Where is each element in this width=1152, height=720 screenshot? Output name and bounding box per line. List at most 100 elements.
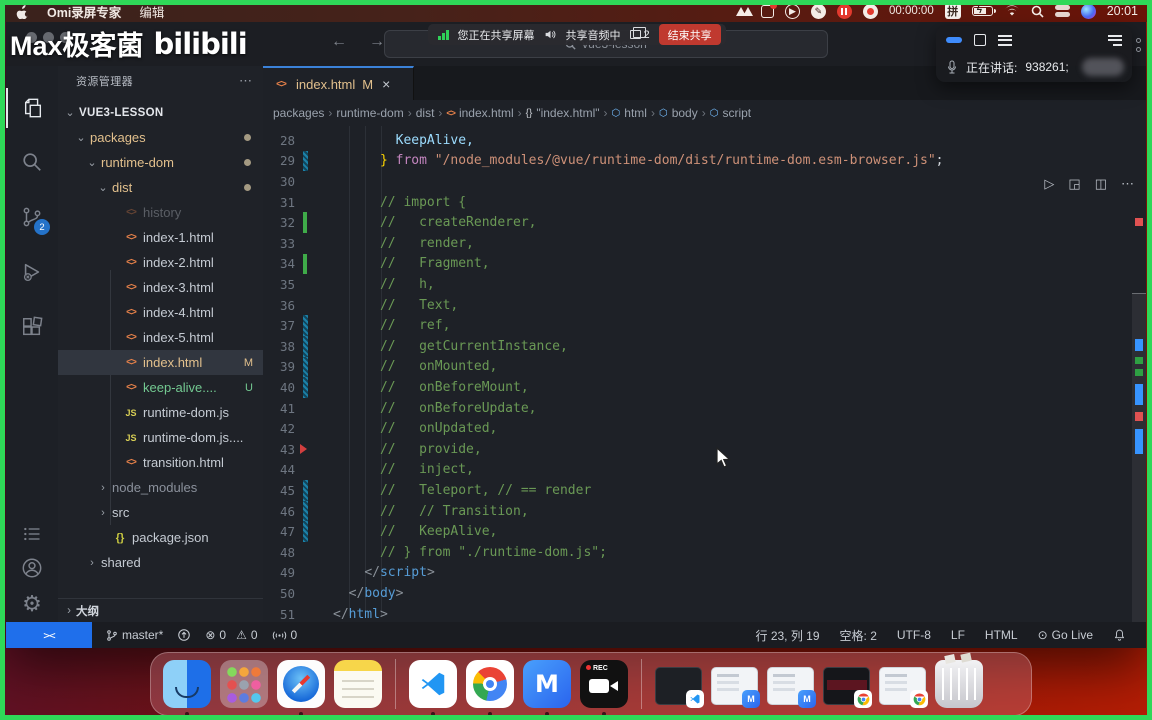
code-line-50[interactable]: 50 </body> [263,583,1146,604]
cursor-position-item[interactable]: 行 23, 列 19 [756,627,820,644]
code-line-31[interactable]: 31 // import { [263,192,1146,213]
apple-menu-icon[interactable] [16,3,29,19]
dock-item-trash[interactable] [935,654,983,708]
tree-item-index-2-html[interactable]: <> index-2.html [58,250,263,275]
tree-item-index-1-html[interactable]: <> index-1.html [58,225,263,250]
explorer-more-icon[interactable]: ⋯ [239,73,253,89]
dock-item-omi[interactable]: M [523,660,571,716]
code-line-51[interactable]: 51 </html> [263,604,1146,622]
code-line-32[interactable]: 32 // createRenderer, [263,212,1146,233]
code-line-44[interactable]: 44 // inject, [263,460,1146,481]
code-line-28[interactable]: 28 KeepAlive, [263,130,1146,151]
tree-item-package-json[interactable]: {} package.json [58,525,263,550]
breadcrumb-item[interactable]: ⬡ script [710,106,751,120]
tree-item-history[interactable]: <> history [58,200,263,225]
breadcrumb-item[interactable]: dist [416,106,435,120]
annotate-circle-icon[interactable]: ✎ [810,3,826,19]
code-line-35[interactable]: 35 // h, [263,274,1146,295]
code-line-49[interactable]: 49 </script> [263,563,1146,584]
tab-index-html[interactable]: <> index.html M × [263,66,414,100]
notifications-bell-icon[interactable] [1113,628,1126,642]
nav-back-icon[interactable]: ← [331,33,347,51]
layout-control-dots[interactable] [1136,38,1141,52]
tree-item-src[interactable]: › src [58,500,263,525]
menubar-menu-edit[interactable]: 编辑 [139,2,164,21]
indentation-item[interactable]: 空格: 2 [840,627,877,644]
code-line-48[interactable]: 48 // } from "./runtime-dom.js"; [263,542,1146,563]
code-line-40[interactable]: 40 // onBeforeMount, [263,377,1146,398]
breadcrumb-item[interactable]: runtime-dom [336,106,403,120]
code-line-46[interactable]: 46 // // Transition, [263,500,1146,522]
remote-indicator[interactable]: >< [6,622,92,648]
dock-item-launchpad[interactable] [220,660,268,708]
problems-item[interactable]: ⊗ 0 ⚠ 0 [205,628,257,642]
record-stop-icon[interactable] [862,3,878,19]
dock-item-notes[interactable] [334,660,382,708]
battery-icon[interactable]: ϟ [971,3,996,19]
shared-windows-item[interactable]: 2 [629,27,650,41]
code-line-43[interactable]: 43 // provide, [263,439,1146,460]
outline-section[interactable]: › 大纲 [58,598,263,623]
dock-item-minimized-window-omi-1[interactable]: M [711,667,760,708]
search-view-icon[interactable] [6,142,58,182]
dock-item-minimized-window-chrome-2[interactable] [879,667,928,708]
dock-item-finder[interactable] [163,660,211,716]
tree-item-index-4-html[interactable]: <> index-4.html [58,300,263,325]
dock-item-minimized-window-omi-2[interactable]: M [767,667,816,708]
nav-forward-icon[interactable]: → [369,33,385,51]
code-line-39[interactable]: 39 // onMounted, [263,356,1146,378]
dock-item-vscode[interactable] [409,660,457,716]
siri-icon[interactable] [1080,3,1096,19]
open-preview-icon[interactable]: ◲ [1068,176,1080,192]
panel-menu-icon[interactable] [998,34,1012,46]
tree-item-runtime-dom-js-[interactable]: JS runtime-dom.js.... [58,425,263,450]
tree-item-index-html[interactable]: <> index.html M [58,350,263,375]
stop-sharing-button[interactable]: 结束共享 [658,24,721,45]
dock-item-minimized-window-vscode[interactable] [655,667,704,708]
tree-item-packages[interactable]: ⌄ packages [58,125,263,150]
panel-minimize-icon[interactable] [946,37,962,43]
branch-item[interactable]: master* [106,628,163,642]
code-line-34[interactable]: 34 // Fragment, [263,253,1146,275]
golive-item[interactable]: ⊙ Go Live [1038,628,1093,642]
account-icon[interactable] [6,548,58,588]
tree-item-runtime-dom-js[interactable]: JS runtime-dom.js [58,400,263,425]
publish-sync-icon[interactable] [177,628,191,642]
control-center-icon[interactable] [1054,3,1070,19]
code-line-41[interactable]: 41 // onBeforeUpdate, [263,398,1146,419]
explorer-icon[interactable] [6,88,58,128]
tree-item-index-3-html[interactable]: <> index-3.html [58,275,263,300]
eol-item[interactable]: LF [951,628,965,642]
tree-item-dist[interactable]: ⌄ dist [58,175,263,200]
breadcrumb-item[interactable]: {} "index.html" [526,106,600,120]
editor-more-actions-icon[interactable]: ⋯ [1121,176,1134,192]
code-line-45[interactable]: 45 // Teleport, // == render [263,480,1146,501]
settings-gear-icon[interactable]: ⚙ [6,584,58,624]
play-circle-icon[interactable]: ▶ [784,3,800,19]
panel-collapse-icon[interactable] [1108,34,1122,46]
code-editor[interactable]: ▷ ◲ ◫ ⋯ 28 KeepAlive, 29 } from "/node_mo… [263,126,1146,622]
breadcrumb-item[interactable]: <> index.html [446,106,513,120]
open-changes-icon[interactable]: ▷ [1044,176,1054,192]
code-line-38[interactable]: 38 // getCurrentInstance, [263,336,1146,357]
dock-item-chrome[interactable] [466,660,514,716]
code-line-33[interactable]: 33 // render, [263,233,1146,254]
breadcrumb-item[interactable]: ⬡ html [612,106,647,120]
screen-mirroring-icon[interactable] [760,1,777,19]
tree-item-transition-html[interactable]: <> transition.html [58,450,263,475]
menubar-clock[interactable]: 20:01 [1107,4,1138,18]
tree-item-keep-alive-[interactable]: <> keep-alive.... U [58,375,263,400]
input-method-icon[interactable]: 拼 [944,3,961,19]
dock-item-safari[interactable] [277,660,325,716]
panel-window-icon[interactable] [974,34,986,46]
tree-item-index-5-html[interactable]: <> index-5.html [58,325,263,350]
tab-close-icon[interactable]: × [382,76,390,92]
spotlight-search-icon[interactable] [1031,3,1044,19]
encoding-item[interactable]: UTF-8 [897,628,931,642]
code-line-36[interactable]: 36 // Text, [263,295,1146,316]
code-line-42[interactable]: 42 // onUpdated, [263,418,1146,439]
dock-item-minimized-window-chrome-1[interactable] [823,667,872,708]
tree-item-shared[interactable]: › shared [58,550,263,575]
code-line-47[interactable]: 47 // KeepAlive, [263,521,1146,542]
code-line-30[interactable]: 30 [263,171,1146,192]
